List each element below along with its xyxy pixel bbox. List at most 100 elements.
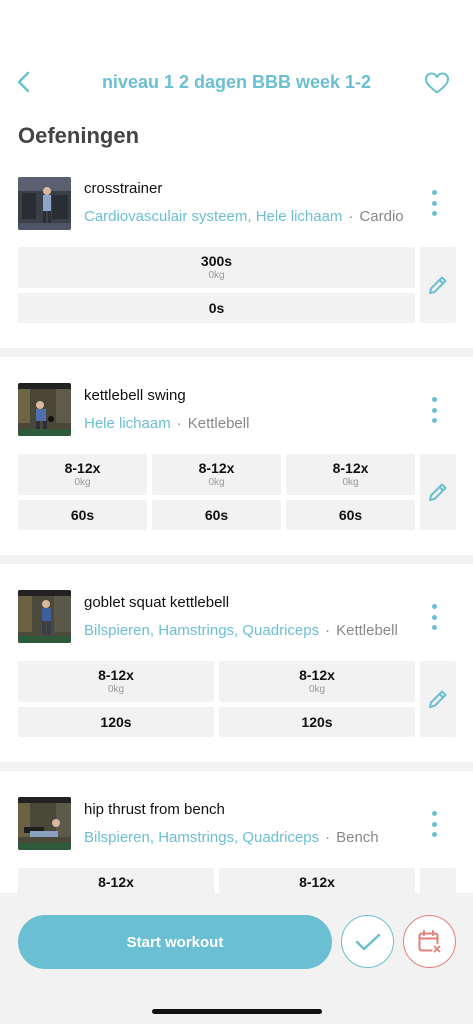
set-rest: 0s	[208, 300, 225, 316]
exercise-name: goblet squat kettlebell	[84, 594, 230, 611]
set-reps: 8-12x	[98, 874, 134, 890]
set-reps-cell[interactable]: 8-12x 0kg	[18, 661, 214, 702]
exercise-card: kettlebell swing Hele lichaam · Kettlebell…	[0, 357, 473, 555]
pencil-icon	[429, 276, 447, 294]
dot	[431, 418, 437, 423]
set-weight: 0kg	[107, 684, 125, 695]
pencil-icon	[429, 690, 447, 708]
pencil-icon	[429, 483, 447, 501]
equipment: Kettlebell	[336, 622, 398, 639]
exercise-tags: Bilspieren, Hamstrings, Quadriceps · Kettl…	[84, 622, 398, 639]
bottom-action-bar: Start workout	[0, 893, 473, 1024]
set-rest-cell[interactable]: 60s	[18, 500, 147, 530]
set-reps: 8-12x	[198, 460, 235, 476]
dot	[431, 614, 437, 620]
exercise-name: kettlebell swing	[84, 387, 186, 404]
set-weight: 0kg	[208, 270, 225, 281]
set-rest-cell[interactable]: 120s	[18, 707, 214, 737]
muscle-groups: Bilspieren, Hamstrings, Quadriceps	[84, 829, 320, 846]
exercise-name: crosstrainer	[84, 180, 163, 197]
set-rest: 60s	[204, 507, 229, 523]
calendar-x-icon	[418, 929, 442, 954]
exercise-card: goblet squat kettlebell Bilspieren, Hams…	[0, 564, 473, 762]
set-reps: 8-12x	[64, 460, 101, 476]
more-options-button[interactable]	[424, 397, 444, 423]
complete-workout-button[interactable]	[341, 915, 394, 968]
edit-sets-button[interactable]	[420, 247, 456, 323]
exercise-thumbnail[interactable]	[18, 177, 71, 230]
exercise-tags: Hele lichaam · Kettlebell	[84, 415, 249, 432]
equipment: Bench	[336, 829, 379, 846]
separator-dot: ·	[325, 622, 331, 639]
top-bar: niveau 1 2 dagen BBB week 1-2 Oefeningen	[0, 0, 473, 160]
set-weight: 0kg	[342, 477, 359, 488]
set-reps: 8-12x	[332, 460, 369, 476]
crosstrainer-photo	[18, 177, 71, 230]
hip-thrust-photo	[18, 797, 71, 850]
more-options-button[interactable]	[424, 190, 444, 216]
dot	[431, 625, 437, 630]
set-rest-cell[interactable]: 60s	[286, 500, 415, 530]
exercise-card: hip thrust from bench Bilspieren, Hamstr…	[0, 771, 473, 909]
dot	[431, 190, 437, 195]
dot	[431, 811, 437, 816]
set-reps-cell[interactable]: 300s 0kg	[18, 247, 415, 288]
separator-dot: ·	[325, 829, 331, 846]
muscle-groups: Hele lichaam	[84, 415, 171, 432]
separator-dot: ·	[348, 208, 354, 225]
muscle-groups: Cardiovasculair systeem, Hele lichaam	[84, 208, 343, 225]
home-indicator	[152, 1009, 322, 1014]
kettlebell-swing-photo	[18, 383, 71, 436]
dot	[431, 821, 437, 827]
set-reps: 300s	[200, 253, 233, 269]
set-reps-cell[interactable]: 8-12x 0kg	[18, 454, 147, 495]
exercise-card: crosstrainer Cardiovasculair systeem, He…	[0, 160, 473, 348]
dot	[431, 200, 437, 206]
set-weight: 0kg	[74, 477, 91, 488]
checkmark-icon	[355, 933, 380, 950]
edit-sets-button[interactable]	[420, 661, 456, 737]
more-options-button[interactable]	[424, 811, 444, 837]
skip-workout-button[interactable]	[403, 915, 456, 968]
dot	[431, 832, 437, 837]
dot	[431, 407, 437, 413]
heart-outline-icon	[425, 72, 449, 94]
set-rest: 60s	[338, 507, 363, 523]
set-rest-cell[interactable]: 60s	[152, 500, 281, 530]
equipment: Cardio	[359, 208, 404, 225]
set-weight: 0kg	[208, 477, 225, 488]
exercise-tags: Bilspieren, Hamstrings, Quadriceps · Bench	[84, 829, 379, 846]
dot	[431, 211, 437, 216]
dot	[431, 397, 437, 402]
set-rest: 60s	[70, 507, 95, 523]
set-reps-cell[interactable]: 8-12x 0kg	[286, 454, 415, 495]
exercise-thumbnail[interactable]	[18, 590, 71, 643]
goblet-squat-photo	[18, 590, 71, 643]
set-reps-cell[interactable]: 8-12x 0kg	[152, 454, 281, 495]
exercise-thumbnail[interactable]	[18, 383, 71, 436]
set-rest: 120s	[301, 714, 333, 730]
exercise-tags: Cardiovasculair systeem, Hele lichaam · Ca…	[84, 208, 404, 225]
back-button[interactable]	[10, 68, 38, 96]
workout-detail-screen: niveau 1 2 dagen BBB week 1-2 Oefeningen…	[0, 0, 473, 1024]
set-reps: 8-12x	[299, 874, 335, 890]
dot	[431, 604, 437, 609]
muscle-groups: Bilspieren, Hamstrings, Quadriceps	[84, 622, 320, 639]
page-title: niveau 1 2 dagen BBB week 1-2	[101, 72, 372, 92]
section-title: Oefeningen	[18, 123, 140, 148]
equipment: Kettlebell	[187, 415, 250, 432]
set-rest-cell[interactable]: 0s	[18, 293, 415, 323]
start-workout-button[interactable]: Start workout	[18, 915, 332, 969]
set-reps: 8-12x	[299, 667, 335, 683]
exercise-name: hip thrust from bench	[84, 801, 225, 818]
exercise-thumbnail[interactable]	[18, 797, 71, 850]
chevron-left-icon	[17, 71, 30, 93]
edit-sets-button[interactable]	[420, 454, 456, 530]
set-weight: 0kg	[308, 684, 326, 695]
more-options-button[interactable]	[424, 604, 444, 630]
set-rest: 120s	[100, 714, 132, 730]
set-reps: 8-12x	[98, 667, 134, 683]
favorite-button[interactable]	[423, 70, 451, 96]
set-reps-cell[interactable]: 8-12x 0kg	[219, 661, 415, 702]
set-rest-cell[interactable]: 120s	[219, 707, 415, 737]
